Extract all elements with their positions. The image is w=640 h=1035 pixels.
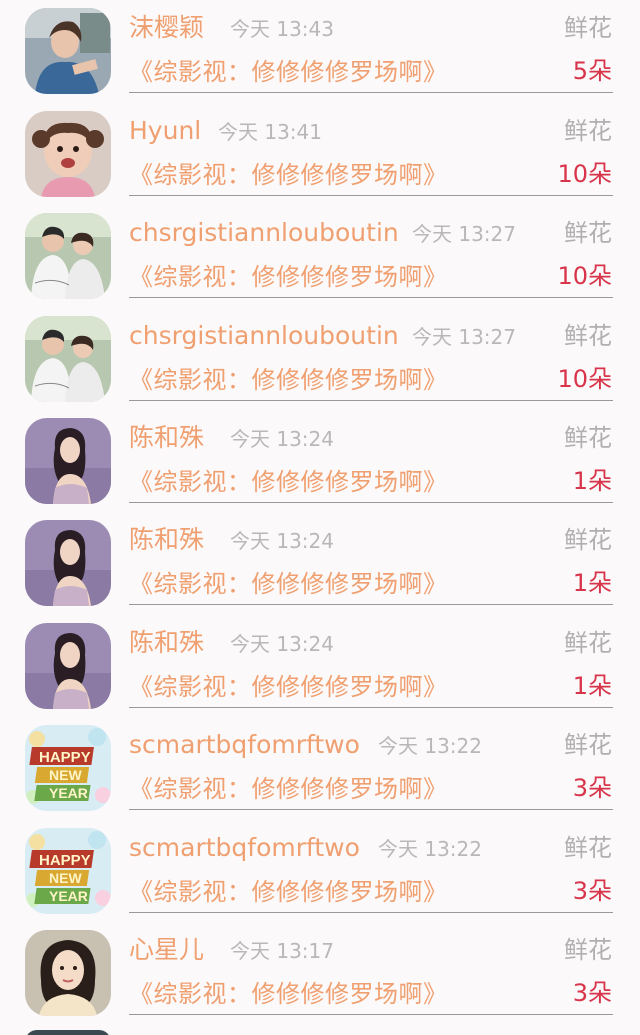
gift-type-label: 鲜花 xyxy=(564,731,612,759)
divider xyxy=(129,1014,613,1015)
gift-count: 3朵 xyxy=(572,877,612,905)
list-item[interactable]: HAPPY NEW YEAR scmartbqfomrftwo 今天 13:22… xyxy=(0,820,640,922)
gift-count: 3朵 xyxy=(572,774,612,802)
sender-name[interactable]: chsrgistiannlouboutin xyxy=(129,217,399,249)
svg-text:YEAR: YEAR xyxy=(49,888,88,904)
sender-name[interactable]: Hyunl xyxy=(129,115,201,147)
sender-name[interactable]: scmartbqfomrftwo xyxy=(129,729,360,761)
gift-count: 1朵 xyxy=(572,672,612,700)
timestamp: 今天 13:22 xyxy=(378,734,482,758)
book-title[interactable]: 《综影视：修修修修罗场啊》 xyxy=(129,978,448,1010)
gift-type-label: 鲜花 xyxy=(564,526,612,554)
timestamp: 今天 13:43 xyxy=(230,17,334,41)
timestamp: 今天 13:24 xyxy=(230,632,334,656)
avatar[interactable]: HAPPY NEW YEAR xyxy=(25,828,111,914)
divider xyxy=(129,604,613,605)
gift-count: 1朵 xyxy=(572,467,612,495)
avatar-woman-purple-photo-icon xyxy=(25,418,111,504)
gift-count: 1朵 xyxy=(572,569,612,597)
avatar[interactable] xyxy=(25,623,111,709)
sender-name[interactable]: chsrgistiannlouboutin xyxy=(129,320,399,352)
book-title[interactable]: 《综影视：修修修修罗场啊》 xyxy=(129,159,448,191)
svg-text:HAPPY: HAPPY xyxy=(39,852,91,869)
sender-name[interactable]: 陈和殊 xyxy=(129,627,204,659)
gift-type-label: 鲜花 xyxy=(564,936,612,964)
avatar[interactable] xyxy=(25,316,111,402)
avatar-couple-photo-icon xyxy=(25,213,111,299)
list-item[interactable]: 心星儿 今天 13:17 鲜花 《综影视：修修修修罗场啊》 3朵 xyxy=(0,922,640,1024)
list-item[interactable]: chsrgistiannlouboutin 今天 13:27 鲜花 《综影视：修… xyxy=(0,205,640,307)
list-item[interactable]: Hyunl 今天 13:41 鲜花 《综影视：修修修修罗场啊》 10朵 xyxy=(0,103,640,205)
avatar-baby-photo-icon xyxy=(25,111,111,197)
avatar-happy-new-year-icon: HAPPY NEW YEAR xyxy=(25,828,111,914)
sender-name[interactable]: scmartbqfomrftwo xyxy=(129,832,360,864)
gift-count: 10朵 xyxy=(557,160,612,188)
avatar[interactable] xyxy=(25,111,111,197)
divider xyxy=(129,400,613,401)
gift-type-label: 鲜花 xyxy=(564,834,612,862)
divider xyxy=(129,707,613,708)
divider xyxy=(129,195,613,196)
book-title[interactable]: 《综影视：修修修修罗场啊》 xyxy=(129,261,448,293)
list-item[interactable]: 陈和殊 今天 13:24 鲜花 《综影视：修修修修罗场啊》 1朵 xyxy=(0,615,640,717)
book-title[interactable]: 《综影视：修修修修罗场啊》 xyxy=(129,466,448,498)
sender-name[interactable]: 陈和殊 xyxy=(129,422,204,454)
avatar-woman-portrait-photo-icon xyxy=(25,930,111,1016)
gift-count: 10朵 xyxy=(557,262,612,290)
gift-type-label: 鲜花 xyxy=(564,219,612,247)
divider xyxy=(129,809,613,810)
avatar[interactable]: HAPPY NEW YEAR xyxy=(25,725,111,811)
book-title[interactable]: 《综影视：修修修修罗场啊》 xyxy=(129,671,448,703)
list-item[interactable]: 陈和殊 今天 13:24 鲜花 《综影视：修修修修罗场啊》 1朵 xyxy=(0,512,640,614)
avatar[interactable] xyxy=(25,520,111,606)
list-item[interactable]: 陈和殊 今天 13:24 鲜花 《综影视：修修修修罗场啊》 1朵 xyxy=(0,410,640,512)
avatar-happy-new-year-icon: HAPPY NEW YEAR xyxy=(25,725,111,811)
avatar-woman-purple-photo-icon xyxy=(25,623,111,709)
avatar-woman-purple-photo-icon xyxy=(25,520,111,606)
avatar[interactable] xyxy=(25,213,111,299)
timestamp: 今天 13:41 xyxy=(218,120,322,144)
gift-type-label: 鲜花 xyxy=(564,14,612,42)
divider xyxy=(129,297,613,298)
divider xyxy=(129,502,613,503)
avatar-couple-photo-icon xyxy=(25,316,111,402)
gift-type-label: 鲜花 xyxy=(564,424,612,452)
book-title[interactable]: 《综影视：修修修修罗场啊》 xyxy=(129,364,448,396)
gift-type-label: 鲜花 xyxy=(564,629,612,657)
book-title[interactable]: 《综影视：修修修修罗场啊》 xyxy=(129,876,448,908)
timestamp: 今天 13:27 xyxy=(412,325,516,349)
book-title[interactable]: 《综影视：修修修修罗场啊》 xyxy=(129,568,448,600)
avatar[interactable] xyxy=(25,8,111,94)
avatar[interactable] xyxy=(25,930,111,1016)
gift-count: 5朵 xyxy=(572,57,612,85)
gift-record-list: 沫樱颖 今天 13:43 鲜花 《综影视：修修修修罗场啊》 5朵 Hyunl 今… xyxy=(0,0,640,1035)
timestamp: 今天 13:24 xyxy=(230,427,334,451)
book-title[interactable]: 《综影视：修修修修罗场啊》 xyxy=(129,56,448,88)
gift-type-label: 鲜花 xyxy=(564,117,612,145)
sender-name[interactable]: 沫樱颖 xyxy=(129,12,204,44)
timestamp: 今天 13:27 xyxy=(412,222,516,246)
svg-text:NEW: NEW xyxy=(49,870,82,886)
book-title[interactable]: 《综影视：修修修修罗场啊》 xyxy=(129,773,448,805)
list-item[interactable]: chsrgistiannlouboutin 今天 13:27 鲜花 《综影视：修… xyxy=(0,308,640,410)
gift-count: 10朵 xyxy=(557,365,612,393)
gift-type-label: 鲜花 xyxy=(564,322,612,350)
timestamp: 今天 13:22 xyxy=(378,837,482,861)
list-item[interactable]: 沫樱颖 今天 13:43 鲜花 《综影视：修修修修罗场啊》 5朵 xyxy=(0,0,640,102)
divider xyxy=(129,92,613,93)
svg-text:NEW: NEW xyxy=(49,767,82,783)
gift-count: 3朵 xyxy=(572,979,612,1007)
list-item[interactable]: HAPPY NEW YEAR scmartbqfomrftwo 今天 13:22… xyxy=(0,717,640,819)
sender-name[interactable]: 心星儿 xyxy=(129,934,204,966)
timestamp: 今天 13:24 xyxy=(230,529,334,553)
divider xyxy=(129,912,613,913)
avatar[interactable] xyxy=(25,418,111,504)
svg-text:HAPPY: HAPPY xyxy=(39,749,91,766)
sender-name[interactable]: 陈和殊 xyxy=(129,524,204,556)
svg-text:YEAR: YEAR xyxy=(49,785,88,801)
timestamp: 今天 13:17 xyxy=(230,939,334,963)
avatar[interactable] xyxy=(25,1030,111,1035)
avatar-girl-blue-photo-icon xyxy=(25,8,111,94)
